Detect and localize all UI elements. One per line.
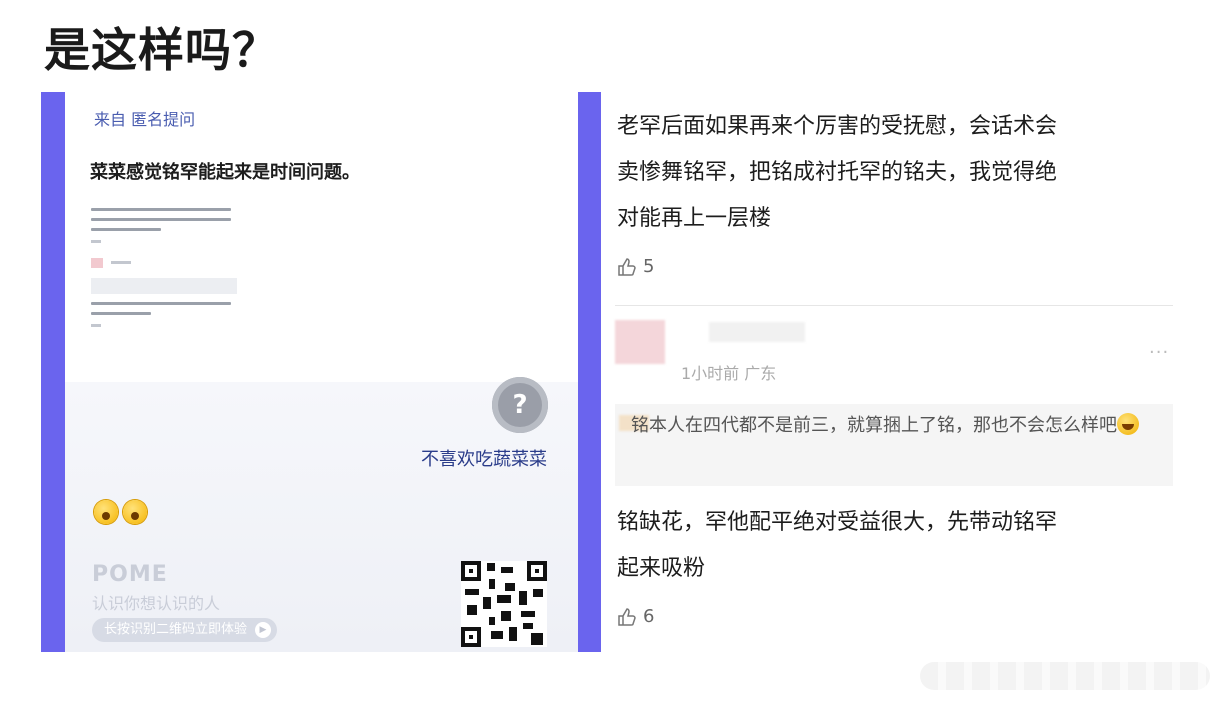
thumbs-up-icon xyxy=(618,607,636,626)
like-count: 5 xyxy=(643,256,655,277)
surprised-emoji-icon xyxy=(123,500,147,524)
question-source: 来自 匿名提问 xyxy=(94,106,195,130)
comment-text-line: 老罕后面如果再来个厉害的受抚慰，会话术会 xyxy=(617,114,1058,139)
question-card: 来自 匿名提问 菜菜感觉铭罕能起来是时间问题。 ? 不喜欢吃蔬菜菜 POME 认… xyxy=(41,92,601,652)
anonymous-avatar: ? xyxy=(492,377,548,433)
comment-divider xyxy=(615,305,1173,306)
card-left-accent-bar xyxy=(41,92,65,652)
play-icon: ▶ xyxy=(255,622,272,638)
laughing-emoji-icon xyxy=(1117,413,1139,435)
blurred-user-avatar xyxy=(615,320,665,364)
comment-text-line: 起来吸粉 xyxy=(617,556,706,581)
comment-time-location: 1小时前 广东 xyxy=(681,364,777,383)
more-options-icon[interactable]: ··· xyxy=(1149,342,1169,363)
like-count: 6 xyxy=(643,606,655,627)
source-value: 匿名提问 xyxy=(131,110,196,129)
comment-text-line: 对能再上一层楼 xyxy=(617,206,772,231)
app-brand-logo: POME xyxy=(92,562,168,587)
embedded-screenshot-thumbnail xyxy=(91,206,239,356)
quoted-text: 铭本人在四代都不是前三，就算捆上了铭，那也不会怎么样吧 xyxy=(631,408,1161,444)
question-text: 菜菜感觉铭罕能起来是时间问题。 xyxy=(90,162,360,183)
asker-nickname: 不喜欢吃蔬菜菜 xyxy=(421,449,547,470)
comment-text-line: 卖惨舞铭罕，把铭成衬托罕的铭夫，我觉得绝 xyxy=(617,160,1058,185)
cta-label: 长按识别二维码立即体验 xyxy=(104,622,248,637)
like-button[interactable]: 5 xyxy=(617,256,654,277)
blurred-username xyxy=(709,322,805,342)
surprised-emoji-icon xyxy=(94,500,118,524)
card-right-accent-bar xyxy=(578,92,601,652)
app-slogan: 认识你想认识的人 xyxy=(92,594,221,613)
thumbs-up-icon xyxy=(618,257,636,276)
qr-code-icon[interactable] xyxy=(461,561,547,647)
like-button[interactable]: 6 xyxy=(617,606,654,627)
avatar-question-glyph: ? xyxy=(512,390,528,420)
comment-text-line: 铭缺花，罕他配平绝对受益很大，先带动铭罕 xyxy=(617,510,1058,535)
quoted-text-content: 铭本人在四代都不是前三，就算捆上了铭，那也不会怎么样吧 xyxy=(631,415,1117,436)
blurred-footer-strip xyxy=(920,662,1210,690)
comments-panel: 老罕后面如果再来个厉害的受抚慰，会话术会 卖惨舞铭罕，把铭成衬托罕的铭夫，我觉得… xyxy=(613,92,1193,652)
scan-qr-cta-button[interactable]: 长按识别二维码立即体验 ▶ xyxy=(92,618,278,642)
source-label: 来自 xyxy=(94,110,127,129)
quoted-reply: 铭本人在四代都不是前三，就算捆上了铭，那也不会怎么样吧 xyxy=(615,404,1173,486)
page-heading: 是这样吗？ xyxy=(44,23,279,77)
